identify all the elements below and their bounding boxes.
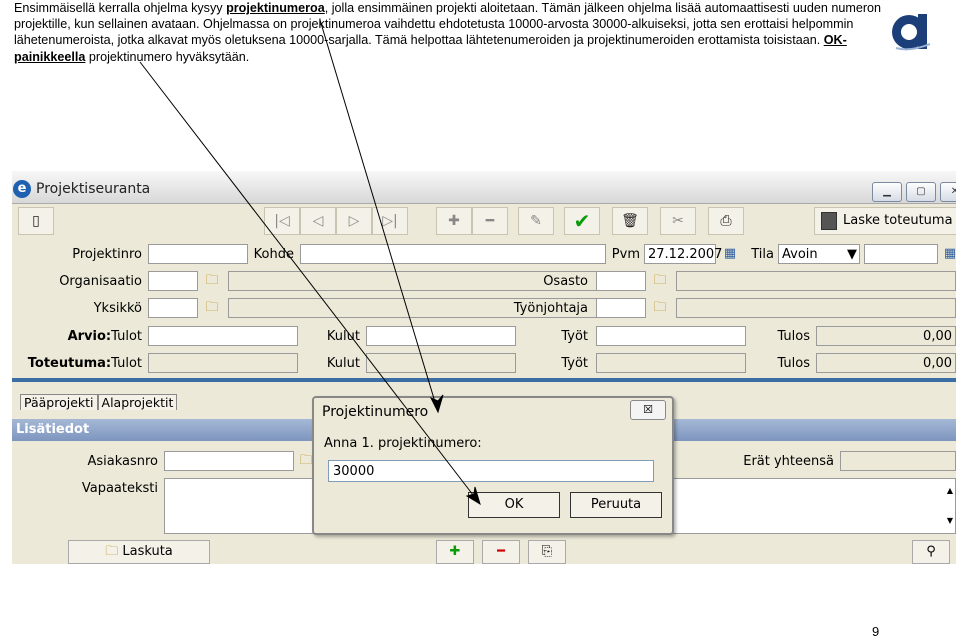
tyonjohtaja-label: Työnjohtaja — [513, 301, 588, 316]
window-title: Projektiseuranta — [36, 181, 151, 197]
intro-paragraph: Ensimmäisellä kerralla ohjelma kysyy pro… — [14, 0, 894, 65]
tila-select[interactable]: Avoin ▼ — [778, 244, 860, 264]
link-projektinumeroa: projektinumeroa — [226, 1, 325, 15]
laskuta-label: Laskuta — [122, 544, 173, 559]
confirm-check-icon[interactable]: ✔ — [564, 207, 600, 235]
yksikko-label: Yksikkö — [93, 301, 142, 316]
toolbar: ▯ |◁ ◁ ▷ ▷| ✚ ━ ✎ ✔ 🗑 ✂ ⎙ Laske toteutum… — [12, 203, 956, 237]
page-number: 9 — [872, 624, 880, 639]
previous-record-icon[interactable]: ◁ — [300, 207, 336, 235]
laske-toteutuma-button[interactable]: Laske toteutuma — [814, 207, 956, 235]
peruuta-button[interactable]: Peruuta — [570, 492, 662, 518]
folder-icon[interactable]: 🗀 — [202, 299, 222, 317]
add-row-icon[interactable]: ✚ — [436, 540, 474, 564]
arvio-tulos-value: 0,00 — [816, 326, 956, 346]
arvio-tulos-label: Tulos — [777, 329, 810, 344]
tila-extra-input[interactable] — [864, 244, 938, 264]
minimize-button[interactable]: ▁ — [872, 182, 902, 202]
calendar-icon-2[interactable]: ▦ — [940, 245, 956, 263]
toteutuma-tulos-value: 0,00 — [816, 353, 956, 373]
folder-icon: 🗀 — [105, 544, 123, 559]
toteutuma-tulos-label: Tulos — [777, 356, 810, 371]
arvio-tyot-label: Työt — [561, 329, 588, 344]
bottom-toolbar: 🗀 Laskuta ✚ ━ ⎘ ⚲ — [12, 538, 956, 564]
trash-icon[interactable]: 🗑 — [612, 207, 648, 235]
arvio-tulot-label: Arvio:Tulot — [67, 329, 142, 344]
intro-text-3: projektinumero hyväksytään. — [85, 49, 250, 64]
osasto-name — [676, 271, 956, 291]
folder-icon[interactable]: 🗀 — [202, 272, 222, 290]
tyonjohtaja-name — [676, 298, 956, 318]
tab-strip: Pääprojekti Alaprojektit — [20, 394, 178, 412]
app-icon: e — [13, 180, 31, 198]
chevron-down-icon: ▼ — [847, 247, 857, 262]
tyonjohtaja-input[interactable] — [596, 298, 646, 318]
folder-icon[interactable]: 🗀 — [650, 272, 670, 290]
arvio-kulut-label: Kulut — [326, 329, 360, 344]
projektinumero-input[interactable]: 30000 — [328, 460, 654, 482]
projektinumero-dialog: Projektinumero ☒ Anna 1. projektinumero:… — [312, 396, 674, 535]
notes-area[interactable]: ▲ ▼ — [672, 478, 956, 534]
edit-icon[interactable]: ✎ — [518, 207, 554, 235]
dialog-close-icon[interactable]: ☒ — [630, 400, 666, 420]
arvio-tyot-input[interactable] — [596, 326, 746, 346]
ok-button[interactable]: OK — [468, 492, 560, 518]
yksikko-input[interactable] — [148, 298, 198, 318]
vapaateksti-label: Vapaateksti — [81, 481, 158, 496]
laske-toteutuma-label: Laske toteutuma — [843, 213, 953, 228]
calendar-icon[interactable]: ▦ — [720, 245, 740, 263]
toteutuma-tulot-value — [148, 353, 298, 373]
organisaatio-input[interactable] — [148, 271, 198, 291]
tila-value: Avoin — [782, 247, 818, 262]
remove-icon[interactable]: ━ — [472, 207, 508, 235]
tab-alaprojektit[interactable]: Alaprojektit — [97, 394, 178, 410]
projektinro-input[interactable] — [148, 244, 248, 264]
pvm-input[interactable]: 27.12.2007 — [644, 244, 722, 264]
laskuta-button[interactable]: 🗀 Laskuta — [68, 540, 210, 564]
toteutuma-tyot-label: Työt — [561, 356, 588, 371]
scroll-down-icon[interactable]: ▼ — [947, 511, 953, 531]
toteutuma-tyot-value — [596, 353, 746, 373]
projektinro-label: Projektinro — [72, 247, 142, 262]
pvm-label: Pvm — [611, 247, 640, 262]
next-record-icon[interactable]: ▷ — [336, 207, 372, 235]
intro-text-1: Ensimmäisellä kerralla ohjelma kysyy — [14, 1, 227, 15]
remove-row-icon[interactable]: ━ — [482, 540, 520, 564]
company-logo — [888, 8, 932, 52]
first-record-icon[interactable]: |◁ — [264, 207, 300, 235]
vapaateksti-textarea[interactable] — [164, 478, 314, 534]
organisaatio-label: Organisaatio — [59, 274, 142, 289]
section-divider — [12, 378, 956, 382]
erat-yhteensa-label: Erät yhteensä — [743, 454, 834, 469]
erat-yhteensa-value — [840, 451, 956, 471]
tila-label: Tila — [751, 247, 774, 262]
dialog-prompt: Anna 1. projektinumero: — [324, 436, 482, 451]
toteutuma-kulut-value — [366, 353, 516, 373]
folder-icon[interactable]: 🗀 — [650, 299, 670, 317]
kohde-input[interactable] — [300, 244, 606, 264]
arvio-kulut-input[interactable] — [366, 326, 516, 346]
calculator-icon — [821, 211, 837, 230]
search-icon[interactable]: ⚲ — [912, 540, 950, 564]
document-print-icon[interactable]: ⎘ — [528, 540, 566, 564]
toteutuma-kulut-label: Kulut — [326, 356, 360, 371]
toteutuma-tulot-label: Toteutuma:Tulot — [27, 356, 142, 371]
asiakasnro-input[interactable] — [164, 451, 294, 471]
last-record-icon[interactable]: ▷| — [372, 207, 408, 235]
kohde-label: Kohde — [253, 247, 294, 262]
arvio-tulot-input[interactable] — [148, 326, 298, 346]
close-button[interactable]: ✕ — [940, 182, 956, 202]
document-icon[interactable]: ▯ — [18, 207, 54, 235]
tab-paaprojekti[interactable]: Pääprojekti — [20, 394, 98, 410]
print-icon[interactable]: ⎙ — [708, 207, 744, 235]
window-titlebar: e Projektiseuranta ▁ ▢ ✕ — [12, 171, 956, 204]
dialog-title: Projektinumero — [322, 404, 429, 420]
tools-icon[interactable]: ✂ — [660, 207, 696, 235]
osasto-label: Osasto — [543, 274, 588, 289]
osasto-input[interactable] — [596, 271, 646, 291]
maximize-button[interactable]: ▢ — [906, 182, 936, 202]
asiakasnro-label: Asiakasnro — [87, 454, 158, 469]
scroll-up-icon[interactable]: ▲ — [947, 481, 953, 501]
add-icon[interactable]: ✚ — [436, 207, 472, 235]
